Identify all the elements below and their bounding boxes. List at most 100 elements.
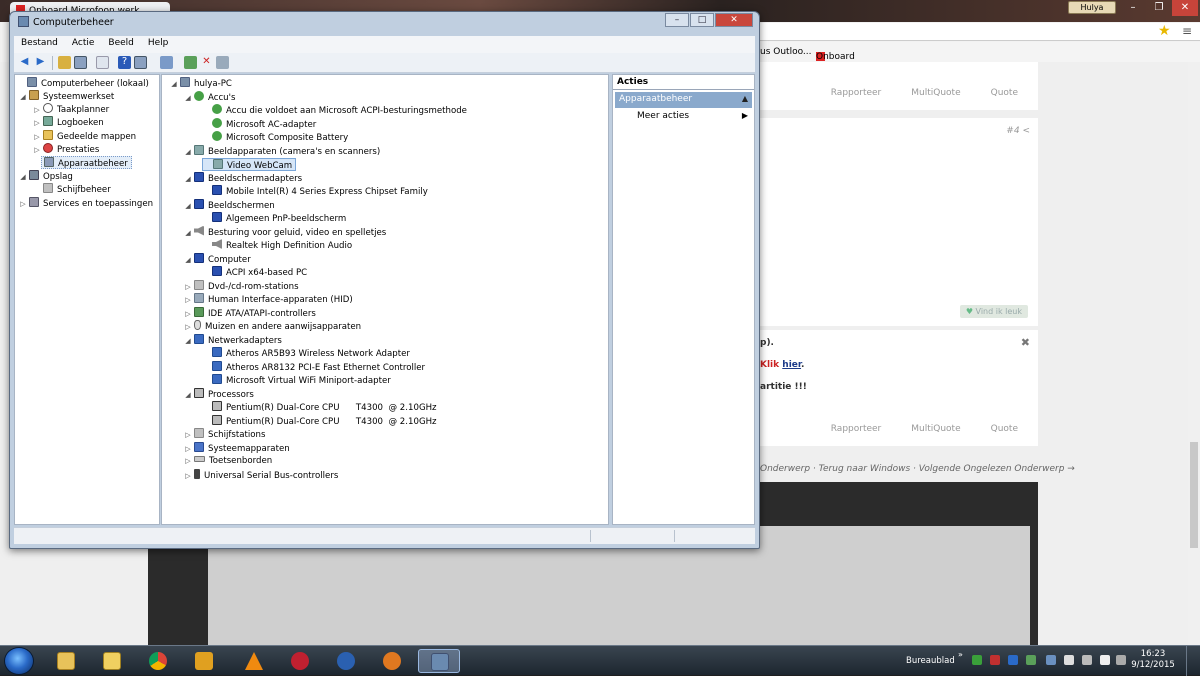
- tray-app-icon[interactable]: [972, 655, 982, 665]
- device-category[interactable]: ▷ Human Interface-apparaten (HID): [184, 293, 353, 306]
- thread-navigation[interactable]: Onderwerp · Terug naar Windows · Volgend…: [760, 464, 1075, 474]
- device-category[interactable]: ▷ Muizen en andere aanwijsapparaten: [184, 320, 361, 333]
- device-tree-root[interactable]: ◢ hulya-PC: [170, 77, 232, 90]
- tray-app-icon[interactable]: [1046, 655, 1056, 665]
- star-icon[interactable]: ★: [1158, 23, 1171, 39]
- clock[interactable]: 16:23 9/12/2015: [1130, 649, 1176, 671]
- back-icon[interactable]: ◀: [18, 56, 31, 69]
- collapse-up-icon[interactable]: ▲: [742, 94, 748, 103]
- media-player-icon[interactable]: [376, 649, 406, 673]
- expand-arrow-icon[interactable]: ▷: [19, 198, 27, 211]
- menu-bestand[interactable]: Bestand: [14, 36, 65, 53]
- device-category[interactable]: ▷ Systeemapparaten: [184, 441, 290, 456]
- device-item[interactable]: Atheros AR8132 PCI-E Fast Ethernet Contr…: [202, 360, 425, 374]
- action-center-icon[interactable]: [1064, 655, 1074, 665]
- google-earth-icon[interactable]: [330, 649, 360, 673]
- outlook-icon[interactable]: [96, 649, 126, 673]
- report-link[interactable]: Rapporteer: [831, 88, 882, 98]
- collapse-arrow-icon[interactable]: ◢: [184, 254, 192, 267]
- device-category[interactable]: ◢ Processors: [184, 387, 254, 402]
- expand-arrow-icon[interactable]: ▷: [184, 443, 192, 456]
- start-button[interactable]: [4, 647, 34, 675]
- browser-close-button[interactable]: ✕: [1172, 0, 1198, 16]
- more-actions-link[interactable]: Meer acties: [637, 111, 689, 121]
- menu-beeld[interactable]: Beeld: [101, 36, 140, 53]
- tray-app-icon[interactable]: [1026, 655, 1036, 665]
- collapse-arrow-icon[interactable]: ◢: [184, 335, 192, 348]
- collapse-arrow-icon[interactable]: ◢: [184, 173, 192, 186]
- tree-item-diskmanagement[interactable]: Schijfbeheer: [41, 183, 111, 196]
- expand-arrow-icon[interactable]: ▷: [184, 455, 192, 468]
- tree-item-devicemanager[interactable]: Apparaatbeheer: [41, 156, 132, 169]
- collapse-arrow-icon[interactable]: ◢: [184, 92, 192, 105]
- quote-link[interactable]: Quote: [991, 424, 1018, 434]
- disable-device-icon[interactable]: [216, 56, 229, 69]
- computer-management-taskbar-button[interactable]: [418, 649, 460, 673]
- device-item[interactable]: Realtek High Definition Audio: [202, 239, 352, 252]
- tree-item-performance[interactable]: ▷ Prestaties: [33, 143, 99, 156]
- collapse-arrow-icon[interactable]: ◢: [184, 146, 192, 159]
- tray-app-icon[interactable]: [990, 655, 1000, 665]
- actions-section-devicemanager[interactable]: Apparaatbeheer ▲: [615, 92, 752, 108]
- app-red-icon[interactable]: [284, 649, 314, 673]
- collapse-arrow-icon[interactable]: ◢: [19, 171, 27, 184]
- uninstall-icon[interactable]: ✕: [200, 56, 213, 69]
- tree-item-storage[interactable]: ◢ Opslag: [19, 170, 73, 183]
- device-item[interactable]: Microsoft Virtual WiFi Miniport-adapter: [202, 374, 391, 387]
- device-item[interactable]: Algemeen PnP-beeldscherm: [202, 212, 346, 225]
- collapse-arrow-icon[interactable]: ◢: [170, 78, 178, 91]
- device-item[interactable]: Mobile Intel(R) 4 Series Express Chipset…: [202, 185, 428, 198]
- update-driver-icon[interactable]: [184, 56, 197, 69]
- browser-minimize-button[interactable]: –: [1120, 0, 1146, 16]
- expand-arrow-icon[interactable]: ▷: [184, 429, 192, 442]
- address-bar[interactable]: [760, 23, 1200, 41]
- browser-maximize-button[interactable]: ❐: [1146, 0, 1172, 16]
- device-item[interactable]: Video WebCam: [202, 158, 297, 171]
- battery-icon[interactable]: [1100, 655, 1110, 665]
- tree-item-taskscheduler[interactable]: ▷ Taakplanner: [33, 103, 109, 116]
- show-hide-action-icon[interactable]: [134, 56, 147, 69]
- collapse-arrow-icon[interactable]: ◢: [184, 389, 192, 402]
- device-category[interactable]: ◢ Besturing voor geluid, video en spellet…: [184, 225, 386, 240]
- device-category[interactable]: ▷ Dvd-/cd-rom-stations: [184, 279, 299, 294]
- quote-link[interactable]: Quote: [991, 88, 1018, 98]
- tree-item-root[interactable]: Computerbeheer (lokaal): [17, 77, 149, 90]
- multiquote-link[interactable]: MultiQuote: [911, 424, 960, 434]
- youtube-downloader-icon[interactable]: [188, 649, 218, 673]
- expand-arrow-icon[interactable]: ▷: [33, 144, 41, 157]
- forward-icon[interactable]: ▶: [34, 56, 47, 69]
- expand-arrow-icon[interactable]: ▷: [184, 321, 192, 334]
- device-category[interactable]: ▷ Toetsenborden: [184, 455, 272, 468]
- desktop-toolbar-label[interactable]: Bureaublad: [906, 656, 955, 666]
- tree-item-systemtools[interactable]: ◢ Systeemwerkset: [19, 90, 114, 103]
- device-category[interactable]: ◢ Netwerkadapters: [184, 333, 282, 348]
- share-icon[interactable]: <: [1022, 126, 1030, 136]
- device-category[interactable]: ◢ Beeldschermadapters: [184, 171, 302, 186]
- scan-hardware-icon[interactable]: [160, 56, 173, 69]
- collapse-arrow-icon[interactable]: ◢: [19, 91, 27, 104]
- post-number[interactable]: #4 <: [1006, 126, 1030, 136]
- explorer-icon[interactable]: [50, 649, 80, 673]
- tree-item-services[interactable]: ▷ Services en toepassingen: [19, 197, 153, 210]
- collapse-arrow-icon[interactable]: ◢: [184, 227, 192, 240]
- bookmark-item[interactable]: us Outloo...: [760, 47, 812, 57]
- browser-user-badge[interactable]: Hulya: [1068, 1, 1116, 14]
- chevron-icon[interactable]: »: [958, 650, 963, 659]
- close-button[interactable]: ✕: [715, 13, 753, 27]
- expand-arrow-icon[interactable]: ▷: [33, 117, 41, 130]
- device-category[interactable]: ▷ Schijfstations: [184, 428, 265, 441]
- chrome-icon[interactable]: [142, 649, 172, 673]
- network-icon[interactable]: [1116, 655, 1126, 665]
- device-category[interactable]: ▷ Universal Serial Bus-controllers: [184, 468, 338, 482]
- device-item[interactable]: Pentium(R) Dual-Core CPU T4300 @ 2.10GHz: [202, 401, 437, 414]
- expand-arrow-icon[interactable]: ▷: [184, 294, 192, 307]
- expand-arrow-icon[interactable]: ▷: [184, 281, 192, 294]
- maximize-button[interactable]: □: [690, 13, 714, 27]
- multiquote-link[interactable]: MultiQuote: [911, 88, 960, 98]
- tree-item-eventviewer[interactable]: ▷ Logboeken: [33, 116, 104, 129]
- device-item[interactable]: Atheros AR5B93 Wireless Network Adapter: [202, 347, 410, 360]
- device-item[interactable]: ACPI x64-based PC: [202, 266, 307, 279]
- menu-icon[interactable]: ≡: [1182, 24, 1192, 38]
- like-button[interactable]: ♥ Vind ik leuk: [959, 305, 1028, 318]
- up-icon[interactable]: [58, 56, 71, 69]
